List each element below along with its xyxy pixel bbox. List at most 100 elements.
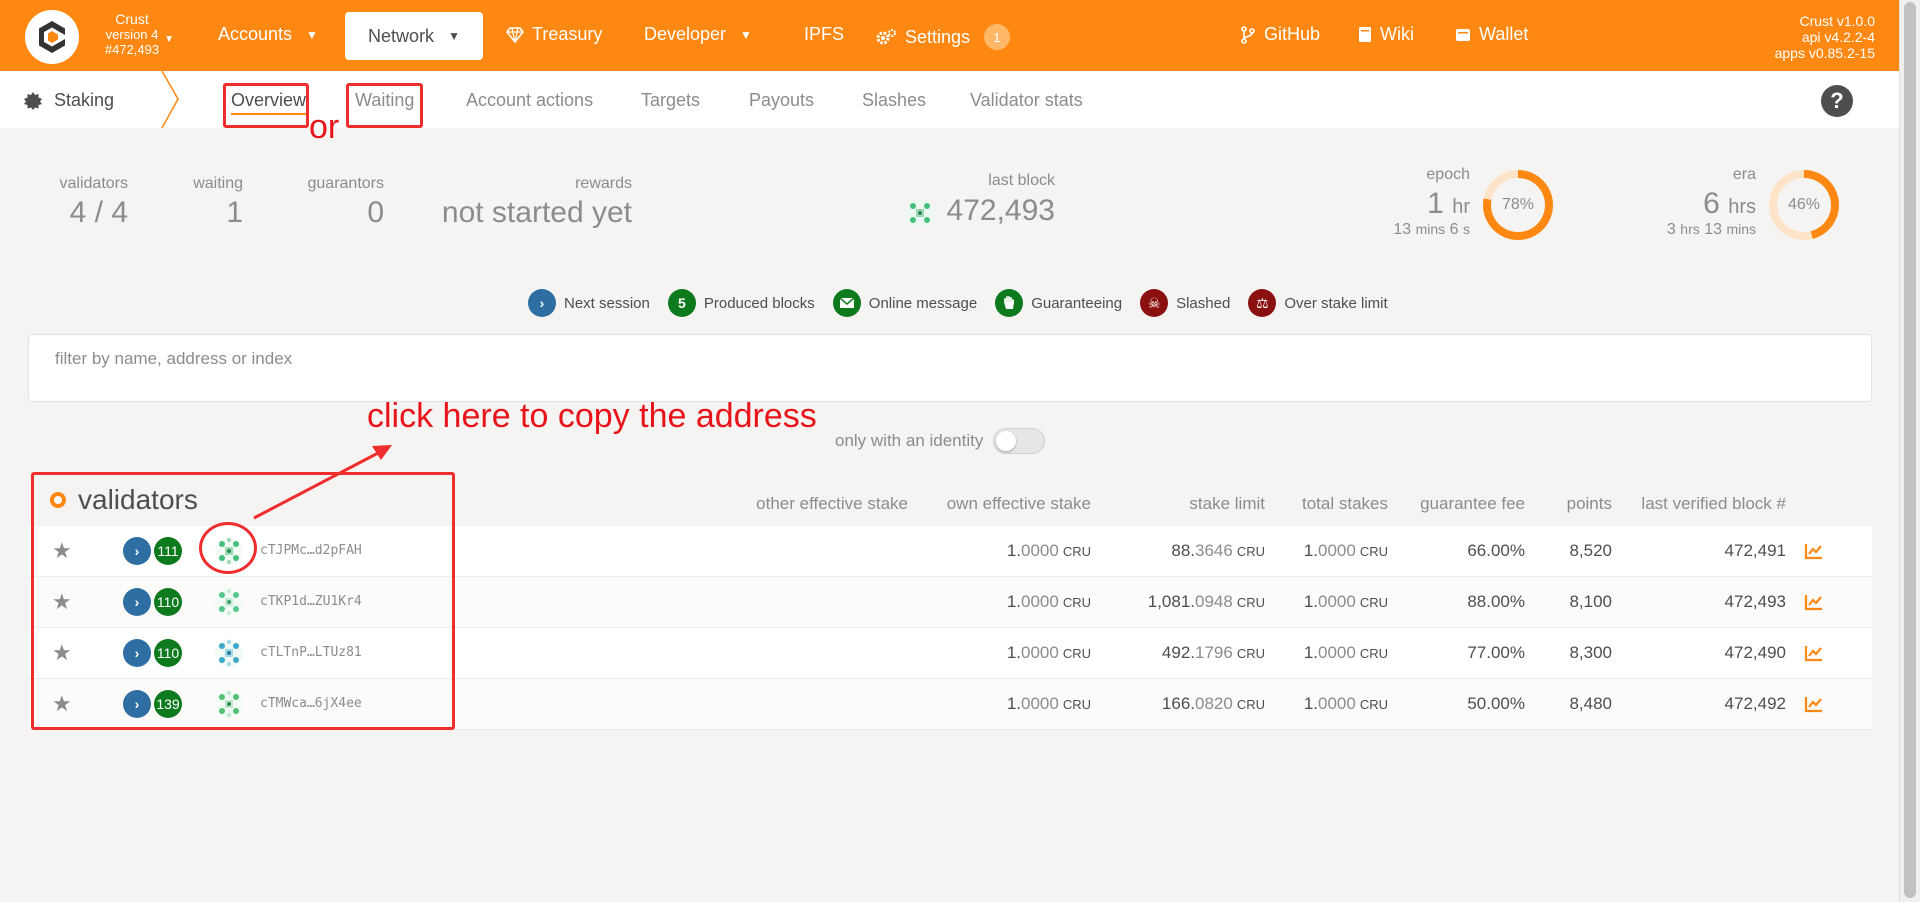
nav-wallet-label: Wallet (1479, 24, 1529, 44)
unit-label: CRU (1062, 544, 1091, 559)
certificate-icon (24, 91, 42, 110)
nav-treasury[interactable]: Treasury (506, 24, 602, 45)
epoch-remaining-b-unit: s (1463, 221, 1470, 237)
epoch-unit: hr (1452, 196, 1470, 218)
legend-slashed: ☠ Slashed (1140, 289, 1230, 317)
total-stakes-cell: 1.0000 CRU (1304, 694, 1388, 714)
nav-developer-label: Developer (644, 24, 727, 44)
total-stakes-dec: 0000 (1318, 541, 1356, 560)
nav-settings[interactable]: Settings 1 (875, 24, 1011, 50)
own-stake-cell: 1.0000 CRU (1007, 592, 1091, 612)
help-icon[interactable]: ? (1821, 85, 1853, 117)
rewards-label: rewards (575, 175, 632, 192)
epoch-value: 1 hr (1350, 187, 1470, 221)
epoch-remaining-a-unit: mins (1415, 221, 1446, 237)
own-stake-cell: 1.0000 CRU (1007, 541, 1091, 561)
nav-ipfs[interactable]: IPFS (804, 24, 844, 45)
era-remaining-b: 13 (1704, 221, 1722, 238)
own-stake-int: 1. (1006, 592, 1021, 611)
crust-logo-icon (39, 21, 65, 53)
chain-version: version 4 (105, 27, 159, 42)
tab-validator-stats[interactable]: Validator stats (970, 90, 1083, 111)
guarantors-value: 0 (367, 196, 384, 229)
era-label: era (1732, 166, 1756, 183)
chart-line-icon[interactable] (1804, 644, 1824, 662)
identity-filter-label: only with an identity (835, 431, 984, 450)
chain-block: #472,493 (104, 42, 160, 57)
nav-network[interactable]: Network ▼ (345, 12, 483, 60)
legend-over-stake-limit: ⚖ Over stake limit (1248, 289, 1388, 317)
chart-line-icon[interactable] (1804, 593, 1824, 611)
guarantee-fee-cell: 66.00% (1467, 541, 1525, 560)
epoch-label: epoch (1426, 166, 1470, 183)
annotation-overview-box (223, 83, 309, 128)
produced-blocks-badge: 5 (667, 289, 696, 317)
total-stakes-dec: 0000 (1318, 643, 1356, 662)
own-stake-int: 1. (1006, 643, 1021, 662)
stake-limit-cell: 88.3646 CRU (1171, 541, 1265, 561)
points-cell: 8,520 (1569, 541, 1612, 560)
section-title-label: Staking (54, 90, 115, 110)
validator-filter-input[interactable]: filter by name, address or index (28, 334, 1872, 402)
nav-wiki[interactable]: Wiki (1358, 24, 1414, 45)
unit-label: CRU (1236, 544, 1265, 559)
diamond-icon (506, 26, 524, 43)
node-version: Crust v1.0.0 (1799, 13, 1875, 29)
epoch-remaining-b: 6 (1449, 221, 1459, 238)
nav-wallet[interactable]: Wallet (1455, 24, 1528, 45)
stake-limit-int: 492. (1161, 643, 1195, 662)
own-stake-dec: 0000 (1021, 694, 1059, 713)
identity-filter[interactable]: only with an identity (835, 428, 1046, 454)
chevron-down-icon: ▼ (448, 29, 460, 43)
last-block-cell: 472,492 (1724, 694, 1786, 713)
last-block-cell: 472,493 (1724, 592, 1786, 611)
era-remaining-a: 3 (1666, 221, 1676, 238)
era-value: 6 hrs (1640, 187, 1756, 221)
tab-payouts[interactable]: Payouts (749, 90, 814, 111)
nav-accounts[interactable]: Accounts ▼ (218, 24, 318, 45)
chevron-down-icon: ▼ (164, 34, 174, 45)
legend-online-message-label: Online message (868, 294, 978, 312)
total-stakes-dec: 0000 (1318, 592, 1356, 611)
status-legend: › Next session 5 Produced blocks Online … (528, 289, 1388, 317)
chain-selector[interactable]: Crust version 4 #472,493 ▼ (92, 12, 174, 58)
toggle-knob (996, 431, 1017, 451)
annotation-copy-hint: click here to copy the address (367, 397, 817, 435)
tab-targets[interactable]: Targets (641, 90, 700, 111)
rewards-value: not started yet (441, 196, 632, 229)
tab-slashes[interactable]: Slashes (862, 90, 926, 111)
scrollbar-thumb[interactable] (1904, 2, 1916, 898)
chart-line-icon[interactable] (1804, 695, 1824, 713)
era-progress-ring: 46% (1769, 170, 1839, 240)
total-stakes-int: 1. (1303, 694, 1318, 713)
total-stakes-cell: 1.0000 CRU (1304, 592, 1388, 612)
era-unit: hrs (1728, 196, 1756, 218)
page-scrollbar[interactable] (1899, 0, 1920, 902)
code-branch-icon (1241, 25, 1255, 44)
era-remaining: 3 hrs 13 mins (1620, 221, 1756, 239)
skull-icon: ☠ (1140, 289, 1169, 317)
validators-label: validators (59, 175, 128, 192)
nav-developer[interactable]: Developer ▼ (644, 24, 752, 45)
col-points: points (1566, 494, 1612, 513)
wallet-icon (1456, 29, 1470, 41)
annotation-or: or (309, 108, 340, 146)
col-own-stake: own effective stake (946, 494, 1091, 513)
points-cell: 8,300 (1569, 643, 1612, 662)
last-block-cell: 472,491 (1724, 541, 1786, 560)
annotation-avatar-circle (199, 522, 257, 574)
own-stake-int: 1. (1006, 694, 1021, 713)
col-stake-limit: stake limit (1189, 494, 1265, 513)
tab-account-actions[interactable]: Account actions (466, 90, 593, 111)
total-stakes-cell: 1.0000 CRU (1304, 541, 1388, 561)
nav-github-label: GitHub (1264, 24, 1321, 44)
era-remaining-a-unit: hrs (1680, 221, 1700, 237)
crust-logo[interactable] (25, 10, 79, 64)
stake-limit-dec: 0820 (1195, 694, 1233, 713)
chart-line-icon[interactable] (1804, 542, 1824, 560)
unit-label: CRU (1062, 595, 1091, 610)
total-stakes-int: 1. (1303, 643, 1318, 662)
identity-toggle[interactable] (993, 428, 1046, 454)
nav-github[interactable]: GitHub (1240, 24, 1320, 45)
identicon-icon (905, 198, 935, 228)
